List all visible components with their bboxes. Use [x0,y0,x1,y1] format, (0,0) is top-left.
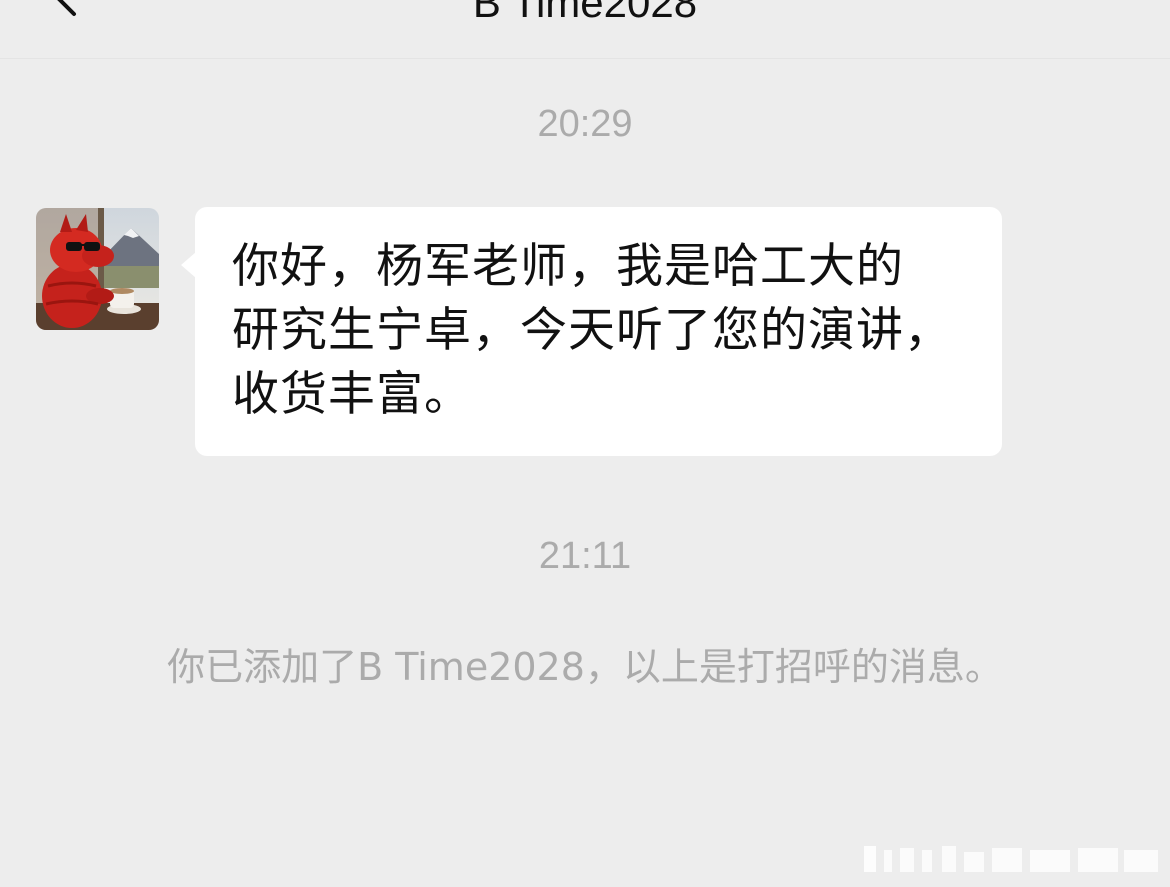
message-timestamp: 20:29 [537,103,633,145]
message-line: 收货丰富。 [232,367,472,422]
watermark [864,846,1158,872]
message-line: 研究生宁卓，今天听了您的演讲， [232,303,952,358]
message-bubble[interactable]: 你好，杨军老师，我是哈工大的 研究生宁卓，今天听了您的演讲， 收货丰富。 [195,207,1002,456]
system-notice: 你已添加了B Time2028，以上是打招呼的消息。 [167,645,1003,689]
message-line: 你好，杨军老师，我是哈工大的 [232,239,904,294]
system-timestamp: 21:11 [538,535,632,577]
chat-title: B Time2028 [472,0,698,26]
avatar[interactable] [36,208,159,330]
chat-header: B Time2028 [0,0,1170,59]
bubble-tail [181,252,196,278]
red-dragon-avatar-icon [36,208,159,330]
